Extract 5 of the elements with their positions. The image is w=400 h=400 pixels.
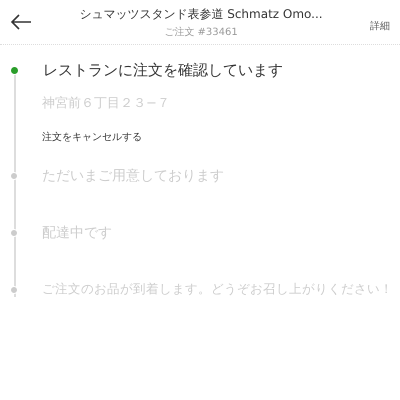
details-button[interactable]: 詳細: [368, 19, 392, 33]
order-number: ご注文 #33461: [164, 26, 238, 38]
restaurant-title: シュマッツスタンド表参道 Schmatz Omo...: [79, 6, 323, 22]
step-label: レストランに注文を確認しています: [43, 61, 283, 80]
cancel-order-link[interactable]: 注文をキャンセルする: [42, 130, 142, 144]
